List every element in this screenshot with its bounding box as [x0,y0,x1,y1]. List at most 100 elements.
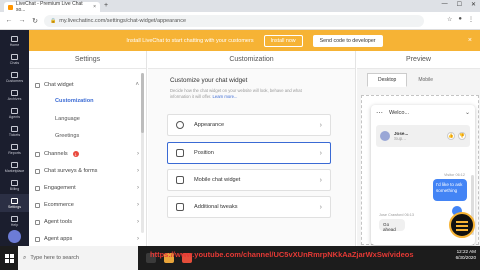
tab-mobile[interactable]: Mobile [407,73,444,87]
widget-welcome: Welco... [389,109,410,116]
browser-toolbar-icons: ☆ ● ⋮ [447,16,474,23]
customization-description: Decide how the chat widget on your websi… [170,88,302,99]
nav-engagement[interactable]: Engagement › [35,182,139,194]
customization-title: Customization [148,51,355,69]
sidebar-item-customers[interactable]: Customers [0,68,29,86]
banner-text: Install LiveChat to start chatting with … [126,37,254,44]
maximize-button[interactable]: ☐ [457,1,462,8]
agent-message: Go ahead [379,219,405,232]
learn-more-link[interactable]: Learn more... [213,94,238,99]
surveys-icon [35,168,40,174]
appearance-card[interactable]: Appearance › [167,114,331,136]
sidebar-item-home[interactable]: Home [0,32,29,50]
nav-channels[interactable]: Channels 1 › [35,148,139,160]
settings-title: Settings [29,51,146,69]
nav-agent-tools[interactable]: Agent tools › [35,216,139,228]
sidebar-item-chats[interactable]: Chats [0,50,29,68]
settings-scrollbar[interactable] [141,73,144,233]
nav-language[interactable]: Language [55,113,135,125]
sliders-icon [176,203,184,211]
start-button[interactable] [0,246,18,270]
chevron-right-icon: › [137,219,139,225]
browser-tab[interactable]: LiveChat - Premium Live Chat so... × [4,1,100,13]
position-icon [176,149,184,157]
visitor-timestamp: Visitor 06:12 [443,173,465,177]
widget-header: ⋯ Welco... ⌄ [371,105,475,120]
archives-icon [11,89,18,96]
position-card[interactable]: Position › [167,142,331,164]
customization-panel: Customization Customize your chat widget… [148,51,356,246]
install-now-button[interactable]: Install now [263,34,303,47]
avatar[interactable] [8,230,21,243]
nav-ecommerce[interactable]: Ecommerce › [35,199,139,211]
channels-badge: 1 [72,151,79,157]
sidebar-item-marketplace[interactable]: Marketplace [0,158,29,176]
more-options-icon: ⋯ [376,109,383,117]
nav-chat-widget[interactable]: Chat widget ˄ [35,79,139,91]
agents-icon [11,107,18,114]
thumbs-up-icon: 👍 [447,132,455,140]
additional-tweaks-card[interactable]: Additional tweaks › [167,196,331,218]
agent-apps-icon [35,236,40,242]
agent-tools-icon [35,219,40,225]
reports-icon [11,143,18,150]
sidebar-item-reports[interactable]: Reports [0,140,29,158]
nav-chat-surveys[interactable]: Chat surveys & forms › [35,165,139,177]
sidebar-item-archives[interactable]: Archives [0,86,29,104]
tab-desktop[interactable]: Desktop [367,73,408,87]
mobile-icon [176,176,184,184]
scrollbar-thumb[interactable] [141,73,144,133]
search-placeholder: Type here to search [30,255,79,261]
nav-greetings[interactable]: Greetings [55,130,135,142]
ecommerce-icon [35,202,40,208]
app-sidebar: Home Chats Customers Archives Agents Tic… [0,30,29,246]
reload-icon[interactable]: ↻ [31,17,39,25]
chevron-right-icon: › [319,203,322,211]
clock-date: 6/30/2020 [455,255,476,260]
chevron-right-icon: › [319,176,322,184]
gear-icon [11,197,18,204]
close-window-button[interactable]: ✕ [471,1,476,8]
forward-arrow-icon[interactable]: → [18,17,26,24]
minimize-icon: ⌄ [464,110,470,116]
home-icon [11,35,18,42]
palette-icon [176,121,184,129]
taskbar-search[interactable]: ⌕ Type here to search [18,246,138,270]
livechat-favicon-icon [8,4,13,10]
mobile-widget-card[interactable]: Mobile chat widget › [167,169,331,191]
url-text: my.livechatinc.com/settings/chat-widget/… [59,18,187,24]
sidebar-item-agents[interactable]: Agents [0,104,29,122]
menu-icon[interactable]: ⋮ [468,16,474,23]
profile-icon[interactable]: ● [458,16,462,23]
new-tab-button[interactable]: + [104,2,108,9]
tab-close-icon[interactable]: × [93,4,96,10]
chevron-right-icon: › [137,202,139,208]
banner-close-icon[interactable]: × [468,37,472,44]
minimize-button[interactable]: — [442,1,448,8]
agent-role: Sup... [394,136,407,141]
nav-customization[interactable]: Customization [55,95,135,107]
star-icon[interactable]: ☆ [447,16,452,23]
taskbar-clock: 12:22 AM 6/30/2020 [456,249,476,261]
window-controls: — ☐ ✕ [442,1,476,8]
install-banner: Install LiveChat to start chatting with … [29,30,480,51]
back-arrow-icon[interactable]: ← [5,17,13,24]
agent-timestamp: Jose Crawford 06:13 [379,213,415,217]
nav-agent-apps[interactable]: Agent apps › [35,233,139,245]
chevron-right-icon: › [137,185,139,191]
chevron-right-icon: › [137,168,139,174]
youtube-channel-link[interactable]: https://www.youtube.com/channel/UC5vXUnR… [150,250,414,259]
engagement-icon [35,185,40,191]
sidebar-item-tickets[interactable]: Tickets [0,122,29,140]
send-code-button[interactable]: Send code to developer [312,34,383,47]
chevron-right-icon: › [319,149,322,157]
address-bar: ← → ↻ 🔒 my.livechatinc.com/settings/chat… [0,12,480,30]
customers-icon [11,71,18,78]
tickets-icon [11,125,18,132]
sidebar-item-billing[interactable]: Billing [0,176,29,194]
settings-panel: Settings Chat widget ˄ Customization Lan… [29,51,147,246]
chat-widget-icon [35,82,40,88]
sidebar-item-settings[interactable]: Settings [0,194,29,212]
url-field[interactable]: 🔒 my.livechatinc.com/settings/chat-widge… [44,15,424,27]
sidebar-item-help[interactable]: Help [0,212,29,230]
